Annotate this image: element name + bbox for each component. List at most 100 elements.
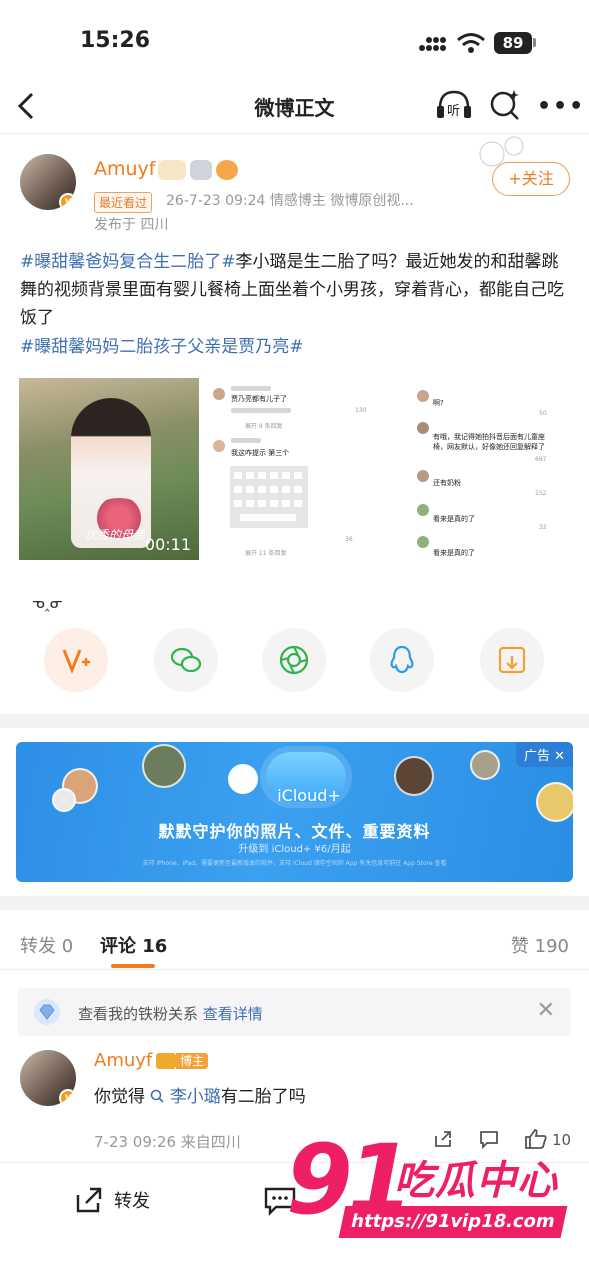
v-plus-share-button[interactable]: [44, 628, 108, 692]
tab-likes[interactable]: 赞 190: [511, 932, 569, 958]
ai-search-icon[interactable]: [488, 86, 522, 124]
comment-author-name[interactable]: Amuyf: [94, 1050, 152, 1071]
screenshot-likes: 50: [539, 410, 547, 417]
post-author-name[interactable]: Amuyf: [94, 158, 155, 180]
comment-text: 你觉得 李小璐有二胎了吗: [94, 1082, 306, 1107]
search-icon: [151, 1089, 164, 1103]
follow-button[interactable]: +关注: [492, 162, 570, 196]
screenshot-likes: 32: [539, 524, 547, 531]
comment-username-line: [231, 438, 261, 443]
comment-text-prefix: 你觉得: [94, 1087, 145, 1107]
repost-button-label[interactable]: 转发: [114, 1187, 150, 1213]
screenshot-reply: 啊?: [433, 399, 444, 407]
more-icon[interactable]: •••: [537, 94, 585, 119]
wifi-icon: [457, 33, 485, 53]
crown-icon: [156, 1053, 176, 1069]
screenshot-likes: 130: [355, 407, 367, 414]
status-bar: 15:26 89: [0, 0, 589, 80]
ad-photo-bubble: [470, 750, 500, 780]
screenshot-reply: 看来是真的了: [433, 549, 475, 557]
signal-icon: [419, 37, 446, 51]
screenshot-expand: 展开 11 条回复: [245, 550, 287, 557]
section-divider: [0, 896, 589, 910]
watermark-name: 吃瓜中心: [394, 1158, 558, 1204]
screenshot-expand: 展开 9 条回复: [245, 423, 283, 430]
comment-avatar: [417, 536, 429, 548]
moments-share-button[interactable]: [262, 628, 326, 692]
comment-meta-line: [231, 408, 291, 413]
fan-relation-text: 查看我的铁粉关系 查看详情: [78, 1003, 263, 1024]
v-plus-icon: [62, 649, 90, 675]
screenshot-reply: 还有奶粉: [433, 479, 461, 487]
watermark-url: https://91vip18.com: [338, 1206, 568, 1238]
video-duration: 00:11: [144, 535, 191, 554]
icloud-ad-banner[interactable]: iCloud+ 默默守护你的照片、文件、重要资料 升级到 iCloud+ ¥6/…: [16, 742, 573, 882]
screenshot-comment: 贾乃亮都有儿子了: [231, 395, 287, 403]
ad-fine-print: 支持 iPhone、iPad。需要更新至最新版本的软件，支持 iCloud 储存…: [142, 860, 447, 867]
post-body: #曝甜馨爸妈复合生二胎了#李小璐是生二胎了吗？最近她发的和甜馨跳舞的视频背景里面…: [20, 248, 572, 332]
fish-badge-icon: [216, 160, 238, 180]
comment-author-avatar[interactable]: v: [20, 1050, 76, 1106]
wechat-icon: [170, 647, 202, 673]
verified-badge-icon: v: [59, 1089, 76, 1106]
screenshot-reply: 看来是真的了: [433, 515, 475, 523]
tab-reposts[interactable]: 转发 0: [20, 932, 73, 958]
moments-icon: [279, 645, 309, 675]
comment-username-line: [231, 386, 271, 391]
comment-avatar: [213, 388, 225, 400]
screenshot-comment: 我这咋提示 第三个: [231, 449, 290, 457]
ad-subline: 升级到 iCloud+ ¥6/月起: [238, 844, 351, 855]
ad-photo-bubble: [52, 788, 76, 812]
watermark: 91 吃瓜中心 https://91vip18.com: [286, 1130, 589, 1250]
post-author-avatar[interactable]: v: [20, 154, 76, 210]
interaction-tabs: 转发 0 评论 16 赞 190: [0, 910, 589, 970]
comment-avatar: [417, 504, 429, 516]
post-video-thumbnail[interactable]: 优秀的母亲 00:11: [19, 378, 199, 560]
ad-photo-bubble: [536, 782, 573, 822]
comment-link-text: 李小璐: [169, 1087, 221, 1107]
ad-close-badge[interactable]: 广告 ✕: [515, 742, 573, 767]
photos-app-icon: [228, 764, 258, 794]
blogger-tag: 博主: [176, 1053, 209, 1069]
screenshot-likes: 152: [535, 490, 547, 497]
ad-photo-bubble: [142, 744, 186, 788]
fan-relation-link[interactable]: 查看详情: [203, 1005, 263, 1023]
hashtag-link[interactable]: #曝甜馨爸妈复合生二胎了#: [20, 252, 236, 272]
share-row: [0, 606, 589, 716]
listen-icon[interactable]: 听: [434, 86, 474, 124]
fan-relation-bar[interactable]: 查看我的铁粉关系 查看详情 ✕: [18, 988, 571, 1036]
fan-relation-label: 查看我的铁粉关系: [78, 1005, 199, 1023]
qq-share-button[interactable]: [370, 628, 434, 692]
save-image-share-button[interactable]: [480, 628, 544, 692]
comment-avatar: [417, 390, 429, 402]
tab-comments[interactable]: 评论 16: [100, 932, 167, 958]
close-icon[interactable]: ✕: [537, 998, 555, 1023]
comment-search-link[interactable]: 李小璐: [150, 1087, 221, 1107]
screenshot-keyboard: [230, 466, 308, 528]
ad-headline: 默默守护你的照片、文件、重要资料: [158, 822, 431, 841]
screenshot-likes: 697: [535, 456, 547, 463]
comment-avatar: [417, 470, 429, 482]
user-badges: [158, 160, 238, 180]
post-meta: 26-7-23 09:24 情感博主 微博原创视...: [166, 193, 414, 209]
battery-indicator: 89: [494, 32, 532, 54]
recently-viewed-tag: 最近看过: [94, 192, 153, 213]
battery-tip: [533, 38, 536, 47]
status-time: 15:26: [80, 28, 151, 53]
badge-wings-icon: [158, 160, 186, 180]
screenshot-likes: 36: [345, 536, 353, 543]
listen-label: 听: [447, 104, 460, 119]
video-caption: 优秀的母亲: [85, 528, 146, 542]
active-tab-indicator: [111, 964, 155, 968]
repost-icon[interactable]: [72, 1183, 106, 1217]
post-image-2[interactable]: 贾乃亮都有儿子了 130 展开 9 条回复 我这咋提示 第三个 36 展开 11…: [205, 378, 385, 560]
qq-icon: [390, 645, 414, 674]
post-image-3[interactable]: 啊? 50 有哦，我记得她拍抖音后面有儿童座椅，网友默认，好像她还回复解释了 6…: [409, 378, 574, 560]
section-divider: [0, 714, 589, 728]
nav-bar: 微博正文 听 •••: [0, 80, 589, 134]
ad-product-name: iCloud+: [277, 786, 341, 805]
wechat-share-button[interactable]: [154, 628, 218, 692]
hashtag-link[interactable]: #曝甜馨妈妈二胎孩子父亲是贾乃亮#: [20, 332, 304, 357]
post-location: 发布于 四川: [94, 217, 169, 233]
verified-badge-icon: v: [59, 193, 76, 210]
